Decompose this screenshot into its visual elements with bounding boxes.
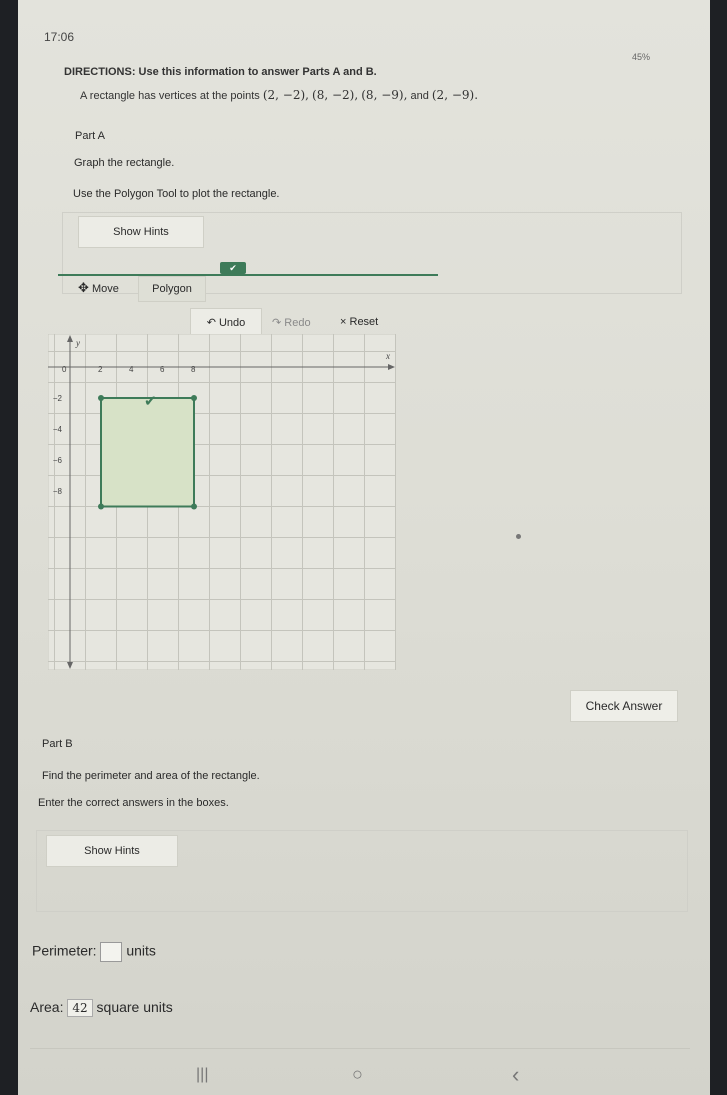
vertex-2: (8, −2), — [312, 88, 359, 102]
x-tick-label: 2 — [98, 365, 103, 374]
x-axis-label: x — [385, 351, 390, 361]
redo-label: Redo — [284, 317, 311, 329]
check-answer-button[interactable]: Check Answer — [570, 690, 678, 722]
status-time: 17:06 — [44, 30, 75, 44]
nav-back-button[interactable]: ‹ — [512, 1062, 519, 1088]
part-b-enter-text: Enter the correct answers in the boxes. — [38, 797, 229, 809]
y-tick-label: −2 — [53, 394, 63, 403]
status-icons: 45% — [632, 52, 651, 62]
reset-icon: × — [340, 316, 347, 328]
reset-label: Reset — [349, 316, 379, 328]
graph-valid-check-icon: ✔ — [144, 393, 157, 410]
problem-lead: A rectangle has vertices at the points — [80, 90, 260, 102]
part-a-label: Part A — [75, 130, 105, 142]
move-icon: ✥ — [78, 280, 89, 295]
perimeter-row: Perimeter: units — [32, 942, 156, 962]
plotted-rectangle — [100, 397, 195, 508]
x-tick-label: 6 — [160, 365, 165, 374]
move-label: Move — [91, 283, 119, 295]
toolbar-divider — [58, 274, 438, 276]
rectangle-vertex-point — [191, 503, 197, 510]
problem-statement: A rectangle has vertices at the points (… — [80, 88, 478, 102]
polygon-tool-button[interactable]: Polygon — [138, 276, 206, 302]
undo-icon: ↶ — [206, 317, 216, 329]
bottom-divider — [30, 1048, 690, 1049]
graph-rectangle-layer — [98, 395, 197, 510]
y-axis-label: y — [75, 338, 80, 348]
area-input[interactable]: 42 — [67, 999, 93, 1018]
undo-label: Undo — [218, 317, 246, 329]
rectangle-vertex-point — [98, 395, 104, 401]
nav-home-button[interactable]: ○ — [352, 1064, 363, 1085]
x-tick-label: 4 — [129, 365, 134, 374]
redo-button[interactable]: ↷ Redo — [272, 316, 311, 329]
problem-and: and — [410, 90, 429, 102]
perimeter-units: units — [126, 942, 156, 959]
redo-icon: ↷ — [272, 317, 282, 329]
vertex-3: (8, −9), — [361, 88, 408, 102]
graph-check-badge: ✔ — [220, 262, 246, 274]
perimeter-input[interactable] — [100, 942, 123, 962]
x-tick-label: 0 — [62, 365, 67, 374]
part-b-instruction: Find the perimeter and area of the recta… — [42, 770, 260, 782]
vertex-1: (2, −2), — [262, 88, 309, 102]
area-row: Area: 42 square units — [30, 999, 173, 1018]
perimeter-label: Perimeter: — [32, 942, 97, 959]
area-units: square units — [96, 999, 173, 1015]
y-tick-label: −6 — [53, 456, 63, 465]
stray-dot — [516, 534, 521, 539]
directions-text: DIRECTIONS: Use this information to answ… — [64, 66, 377, 78]
part-a-tool-instruction: Use the Polygon Tool to plot the rectang… — [73, 188, 280, 200]
part-b-show-hints-button[interactable]: Show Hints — [46, 835, 178, 867]
coordinate-graph[interactable]: x y 0 2 4 6 8 −2 −4 −6 −8 — [48, 334, 396, 670]
nav-recent-button[interactable]: ||| — [196, 1066, 208, 1084]
y-tick-label: −4 — [53, 425, 63, 434]
vertex-4: (2, −9). — [431, 88, 479, 102]
rectangle-vertex-point — [191, 395, 197, 401]
y-tick-label: −8 — [53, 487, 63, 496]
x-tick-label: 8 — [191, 365, 196, 374]
part-a-show-hints-button[interactable]: Show Hints — [78, 216, 204, 248]
move-tool-button[interactable]: ✥ Move — [78, 280, 119, 296]
rectangle-vertex-point — [98, 503, 104, 510]
part-b-label: Part B — [42, 738, 73, 750]
area-label: Area: — [30, 999, 64, 1015]
part-a-instruction: Graph the rectangle. — [74, 157, 175, 169]
reset-button[interactable]: × Reset — [340, 316, 378, 328]
